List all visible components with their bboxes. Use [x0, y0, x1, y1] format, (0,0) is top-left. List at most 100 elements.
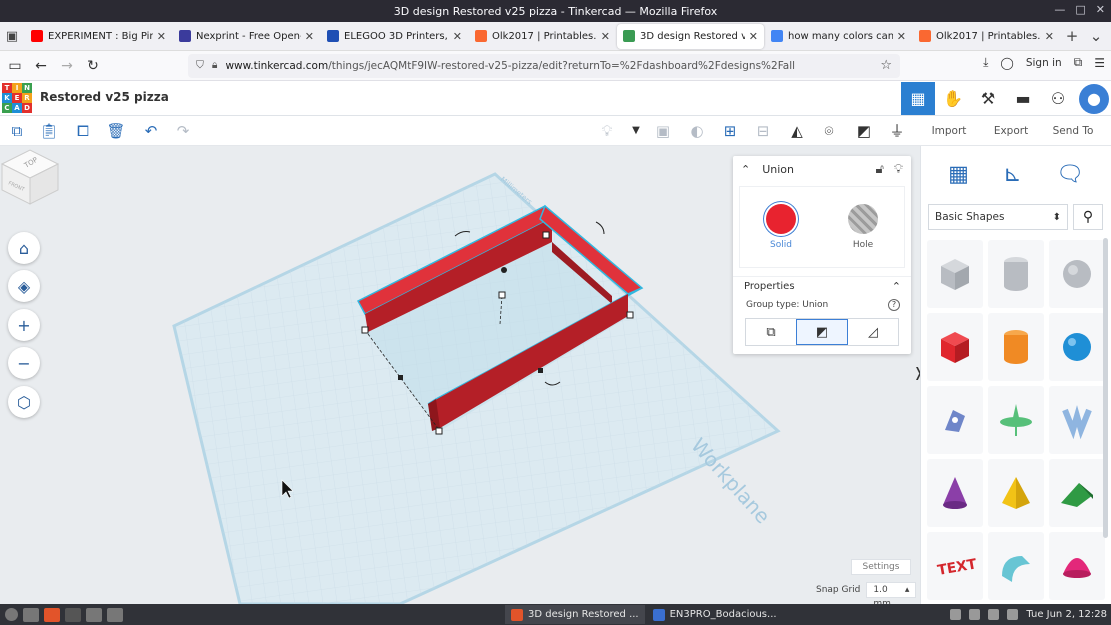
volume-tray-icon[interactable]: [1007, 609, 1019, 620]
shield-tray-icon[interactable]: [969, 609, 981, 620]
app-menu-icon[interactable]: ☰: [1094, 56, 1105, 70]
lock-toggle-icon[interactable]: 🔓︎: [875, 162, 883, 177]
account-icon[interactable]: ◯: [1000, 56, 1013, 70]
settings-button[interactable]: Settings: [851, 559, 911, 575]
tab-close-icon[interactable]: ✕: [1045, 30, 1054, 43]
shape-text-shape[interactable]: [1049, 386, 1105, 454]
edge-handle[interactable]: [398, 375, 403, 380]
corner-handle[interactable]: [361, 326, 369, 334]
browser-tab[interactable]: Olk2017 | Printables.com ✕: [913, 24, 1060, 49]
reload-button[interactable]: ↻: [80, 58, 106, 74]
sign-in-link[interactable]: Sign in: [1026, 57, 1062, 69]
group-type-multicolor-button[interactable]: ⧉: [746, 319, 796, 345]
bricks-icon[interactable]: ▬: [1006, 82, 1040, 115]
back-button[interactable]: ←: [28, 58, 54, 74]
user-avatar[interactable]: ●: [1079, 83, 1109, 114]
lift-handle[interactable]: [501, 267, 507, 273]
url-bar[interactable]: ⛉ 🔒︎ www.tinkercad.com /things/jecAQMtF9…: [188, 53, 900, 78]
tab-close-icon[interactable]: ✕: [601, 30, 610, 43]
cruise-icon[interactable]: ⌾: [818, 121, 840, 141]
network-tray-icon[interactable]: [988, 609, 1000, 620]
tab-close-icon[interactable]: ✕: [305, 30, 314, 43]
help-icon[interactable]: ?: [888, 299, 900, 311]
sim-lab-icon[interactable]: ⚒: [971, 82, 1005, 115]
browser-tab[interactable]: Olk2017 | Printables.com ✕: [469, 24, 616, 49]
browser-tab[interactable]: ELEGOO 3D Printers, Ardu ✕: [321, 24, 468, 49]
group-icon[interactable]: ▣: [652, 121, 674, 141]
page-info-icon[interactable]: ⛉: [196, 59, 204, 72]
group-type-union-button[interactable]: ◩: [796, 319, 848, 345]
group-type-shape-button[interactable]: ◿: [848, 319, 898, 345]
notes-icon[interactable]: 🗨︎: [1056, 162, 1084, 187]
shape-pyramid[interactable]: [988, 459, 1044, 527]
start-menu-icon[interactable]: [5, 608, 18, 621]
redo-icon[interactable]: ↷: [172, 121, 194, 141]
shape-half-cylinder[interactable]: [988, 532, 1044, 600]
ruler-tool-icon[interactable]: ⊾: [1003, 162, 1021, 187]
home-view-button[interactable]: ⌂: [8, 232, 40, 264]
solid-option[interactable]: Solid: [766, 204, 796, 250]
add-user-icon[interactable]: ⚇: [1041, 82, 1075, 115]
zoom-in-button[interactable]: +: [8, 309, 40, 341]
file-manager-icon[interactable]: [86, 607, 102, 622]
blocks-icon[interactable]: ✋: [936, 82, 970, 115]
delete-icon[interactable]: 🗑︎: [105, 121, 127, 141]
terminal-icon[interactable]: [65, 607, 81, 622]
workplane-icon[interactable]: ◩: [853, 121, 875, 141]
paste-icon[interactable]: 📋︎: [38, 121, 60, 141]
light-bulb-icon[interactable]: 💡︎: [596, 121, 618, 141]
import-button[interactable]: Import: [919, 120, 979, 142]
shape-sphere[interactable]: [1049, 313, 1105, 381]
bookmark-star-icon[interactable]: ☆: [880, 58, 892, 73]
hole-swatch[interactable]: [848, 204, 878, 234]
shape-roof-shape[interactable]: [988, 386, 1044, 454]
tinkercad-logo[interactable]: TINKERCAD: [2, 83, 32, 113]
tab-close-icon[interactable]: ✕: [749, 30, 758, 43]
clock[interactable]: Tue Jun 2, 12:28: [1026, 609, 1107, 620]
folder-icon[interactable]: [107, 607, 123, 622]
shape-paraboloid[interactable]: [1049, 532, 1105, 600]
export-button[interactable]: Export: [981, 120, 1041, 142]
corner-handle[interactable]: [435, 427, 443, 435]
view-cube[interactable]: TOP FRONT: [0, 146, 62, 208]
list-all-tabs-icon[interactable]: ▣: [0, 29, 24, 44]
tab-close-icon[interactable]: ✕: [453, 30, 462, 43]
undo-icon[interactable]: ↶: [140, 121, 162, 141]
send-to-button[interactable]: Send To: [1043, 120, 1103, 142]
fit-view-button[interactable]: ◈: [8, 270, 40, 302]
zoom-out-button[interactable]: −: [8, 347, 40, 379]
tab-close-icon[interactable]: ✕: [157, 30, 166, 43]
taskbar-task-document[interactable]: EN3PRO_Bodacious...: [647, 605, 783, 624]
shape-category-select[interactable]: Basic Shapes ⬍: [928, 204, 1068, 230]
perspective-button[interactable]: ⬡: [8, 386, 40, 418]
properties-chevron-icon[interactable]: ⌃: [892, 280, 901, 293]
edge-handle[interactable]: [538, 368, 543, 373]
tab-overflow-icon[interactable]: ⌄: [1084, 27, 1108, 45]
forward-button[interactable]: →: [54, 58, 80, 74]
minimize-icon[interactable]: —: [1054, 3, 1065, 16]
browser-tab[interactable]: Nexprint - Free Open-Sou ✕: [173, 24, 320, 49]
tab-close-icon[interactable]: ✕: [897, 30, 906, 43]
mirror-icon[interactable]: ◭: [786, 121, 808, 141]
maximize-icon[interactable]: □: [1075, 3, 1085, 16]
shape-scribble[interactable]: [927, 386, 983, 454]
desktop-icon[interactable]: [23, 607, 39, 622]
dropdown-arrow-icon[interactable]: ▼: [625, 121, 647, 141]
shape-search-icon[interactable]: ⚲: [1073, 204, 1103, 230]
solid-color-swatch[interactable]: [766, 204, 796, 234]
shapes-scrollbar[interactable]: [1103, 238, 1108, 538]
design-title[interactable]: Restored v25 pizza: [40, 90, 169, 104]
downloads-icon[interactable]: ⤓: [983, 55, 988, 70]
hole-option[interactable]: Hole: [848, 204, 878, 250]
shape-sphere-hole[interactable]: [1049, 240, 1105, 308]
height-handle[interactable]: [498, 291, 506, 299]
firefox-launcher-icon[interactable]: [44, 607, 60, 622]
extensions-icon[interactable]: ⧉: [1074, 55, 1083, 70]
shape-cylinder[interactable]: [988, 313, 1044, 381]
browser-tab[interactable]: EXPERIMENT : Big Pink Er ✕: [25, 24, 172, 49]
shape-box[interactable]: [927, 313, 983, 381]
align-icon[interactable]: ⊞: [719, 121, 741, 141]
copy-icon[interactable]: ⧉: [6, 121, 28, 141]
duplicate-icon[interactable]: ⧠: [72, 121, 94, 141]
ungroup-icon[interactable]: ◐: [686, 121, 708, 141]
